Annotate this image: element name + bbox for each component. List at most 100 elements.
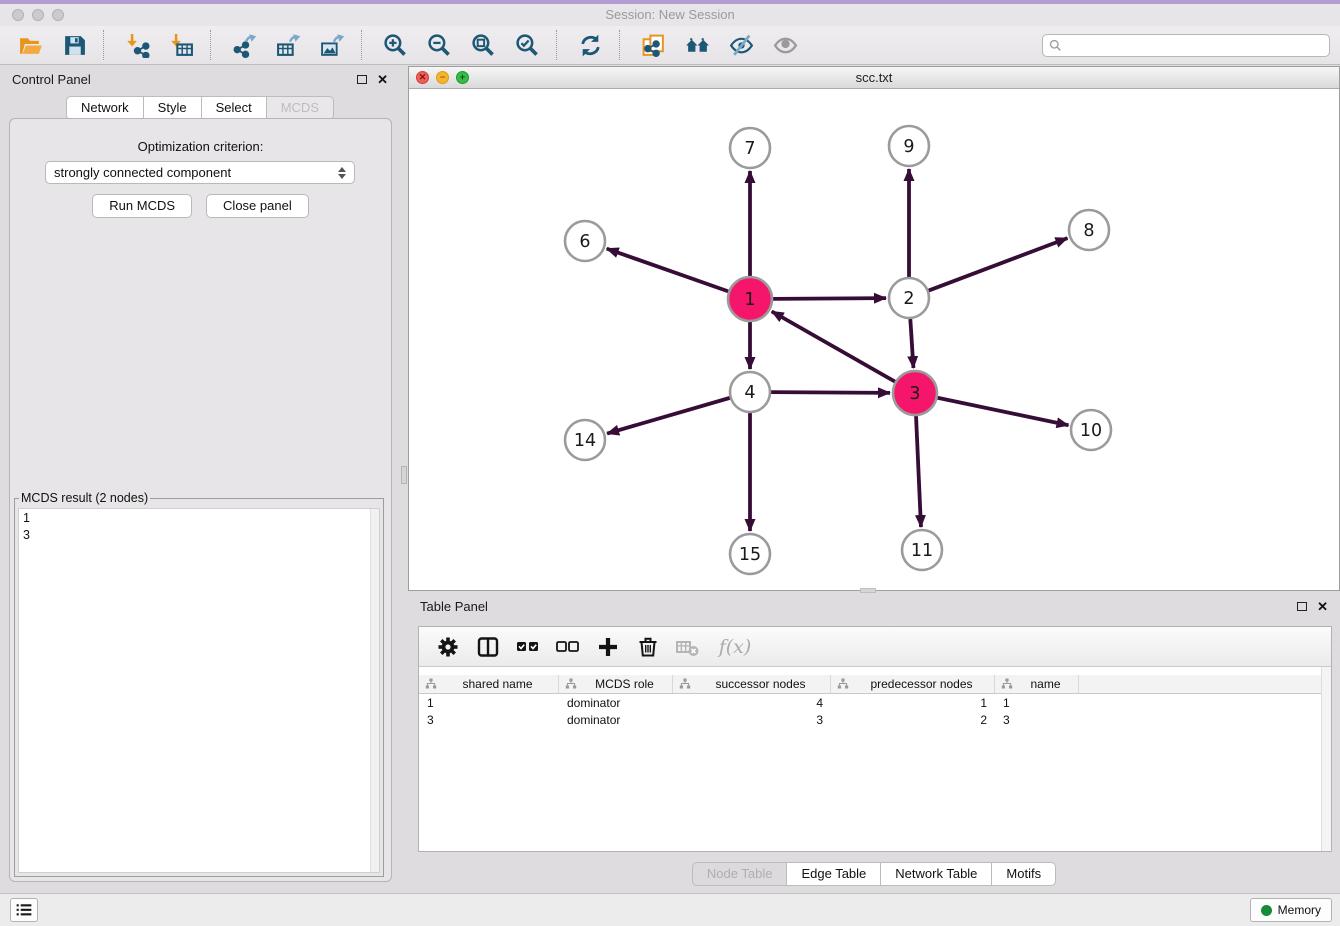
graph-node-14[interactable]: 14 (565, 420, 605, 460)
table-cell[interactable]: 3 (995, 711, 1079, 728)
table-cell[interactable]: dominator (559, 711, 673, 728)
tab-mcds[interactable]: MCDS (267, 96, 334, 120)
memory-button[interactable]: Memory (1250, 898, 1332, 922)
graph-node-10[interactable]: 10 (1071, 410, 1111, 450)
network-close-button[interactable]: ✕ (416, 71, 429, 84)
graph-edge-3-11[interactable] (916, 416, 921, 527)
copy-network-button[interactable] (633, 29, 673, 61)
graph-edge-1-6[interactable] (607, 249, 729, 292)
table-cell[interactable]: 1 (995, 694, 1079, 711)
graph-node-2[interactable]: 2 (889, 278, 929, 318)
graph-node-4[interactable]: 4 (730, 372, 770, 412)
table-settings-button[interactable] (433, 632, 463, 662)
first-neighbors-button[interactable] (677, 29, 717, 61)
tab-select[interactable]: Select (202, 96, 267, 120)
result-scrollbar[interactable] (370, 509, 379, 872)
graph-edge-2-3[interactable] (910, 319, 913, 368)
column-header-successor-nodes[interactable]: successor nodes (673, 675, 831, 693)
optimization-criterion-label: Optimization criterion: (10, 139, 391, 154)
search-box[interactable] (1042, 34, 1330, 57)
table-scrollbar[interactable] (1321, 667, 1331, 851)
network-maximize-button[interactable]: + (456, 71, 469, 84)
tab-edge-table[interactable]: Edge Table (787, 862, 881, 886)
graph-node-11[interactable]: 11 (902, 530, 942, 570)
network-canvas[interactable]: 1 2 3 4 6 7 8 9 10 11 14 15 (409, 90, 1339, 590)
graph-edge-4-14[interactable] (607, 398, 730, 434)
table-cell[interactable]: 4 (673, 694, 831, 711)
table-cell[interactable]: 3 (419, 711, 559, 728)
tab-motifs[interactable]: Motifs (992, 862, 1056, 886)
graph-edge-2-8[interactable] (929, 238, 1068, 290)
close-panel-icon[interactable]: ✕ (377, 73, 388, 86)
zoom-selected-button[interactable] (507, 29, 547, 61)
delete-column-button[interactable] (633, 632, 663, 662)
refresh-layout-button[interactable] (570, 29, 610, 61)
control-panel-tabs: NetworkStyleSelectMCDS (0, 96, 400, 120)
column-header-predecessor-nodes[interactable]: predecessor nodes (831, 675, 995, 693)
hide-selected-button[interactable] (721, 29, 761, 61)
tab-node-table[interactable]: Node Table (692, 862, 788, 886)
import-table-button[interactable] (161, 29, 201, 61)
graph-edge-3-1[interactable] (772, 311, 895, 381)
column-chooser-button[interactable] (473, 632, 503, 662)
run-mcds-button[interactable]: Run MCDS (92, 194, 192, 218)
tab-network-table[interactable]: Network Table (881, 862, 992, 886)
table-row[interactable]: 3dominator323 (419, 711, 1331, 728)
graph-node-7[interactable]: 7 (730, 128, 770, 168)
zoom-in-icon (383, 33, 408, 58)
export-network-button[interactable] (224, 29, 264, 61)
zoom-fit-button[interactable] (463, 29, 503, 61)
zoom-in-button[interactable] (375, 29, 415, 61)
task-history-button[interactable] (10, 898, 38, 922)
delete-table-button[interactable] (673, 632, 703, 662)
network-graph[interactable]: 1 2 3 4 6 7 8 9 10 11 14 15 (409, 90, 1339, 591)
close-panel-button[interactable]: Close panel (206, 194, 309, 218)
graph-node-8[interactable]: 8 (1069, 210, 1109, 250)
import-network-button[interactable] (117, 29, 157, 61)
export-image-icon (320, 33, 345, 58)
show-graphics-details-button[interactable] (765, 29, 805, 61)
main-toolbar (0, 26, 1340, 65)
zoom-out-button[interactable] (419, 29, 459, 61)
function-builder-button[interactable]: f(x) (713, 632, 757, 662)
column-header-shared-name[interactable]: shared name (419, 675, 559, 693)
export-table-button[interactable] (268, 29, 308, 61)
table-row[interactable]: 1dominator411 (419, 694, 1331, 711)
float-panel-icon[interactable] (357, 75, 367, 84)
vertical-splitter-handle[interactable] (401, 466, 407, 484)
save-session-button[interactable] (54, 29, 94, 61)
close-table-panel-icon[interactable]: ✕ (1317, 600, 1328, 613)
table-spacer (419, 667, 1331, 675)
tab-network[interactable]: Network (66, 96, 144, 120)
column-header-name[interactable]: name (995, 675, 1079, 693)
add-column-button[interactable] (593, 632, 623, 662)
float-table-panel-icon[interactable] (1297, 602, 1307, 611)
table-cell[interactable]: 1 (831, 694, 995, 711)
graph-edge-3-10[interactable] (938, 398, 1069, 426)
optimization-criterion-select[interactable]: strongly connected component (45, 161, 355, 184)
export-image-button[interactable] (312, 29, 352, 61)
table-cell[interactable]: 1 (419, 694, 559, 711)
tab-style[interactable]: Style (144, 96, 202, 120)
network-minimize-button[interactable]: − (436, 71, 449, 84)
graph-node-9[interactable]: 9 (889, 126, 929, 166)
table-cell[interactable]: dominator (559, 694, 673, 711)
select-all-button[interactable] (513, 632, 543, 662)
graph-edge-4-3[interactable] (771, 392, 890, 393)
graph-edge-1-2[interactable] (773, 298, 886, 299)
table-cell[interactable]: 2 (831, 711, 995, 728)
column-header-MCDS-role[interactable]: MCDS role (559, 675, 673, 693)
copy-network-icon (641, 33, 666, 58)
graph-node-label: 7 (744, 139, 755, 159)
network-window-titlebar[interactable]: ✕ − + scc.txt (409, 67, 1339, 89)
table-cell[interactable]: 3 (673, 711, 831, 728)
search-input[interactable] (1066, 38, 1323, 52)
graph-node-1[interactable]: 1 (728, 277, 772, 321)
open-session-button[interactable] (10, 29, 50, 61)
graph-node-6[interactable]: 6 (565, 221, 605, 261)
mcds-result-list[interactable]: 1 3 (18, 508, 380, 873)
hide-selected-icon (729, 33, 754, 58)
graph-node-3[interactable]: 3 (893, 371, 937, 415)
unselect-all-button[interactable] (553, 632, 583, 662)
graph-node-15[interactable]: 15 (730, 534, 770, 574)
